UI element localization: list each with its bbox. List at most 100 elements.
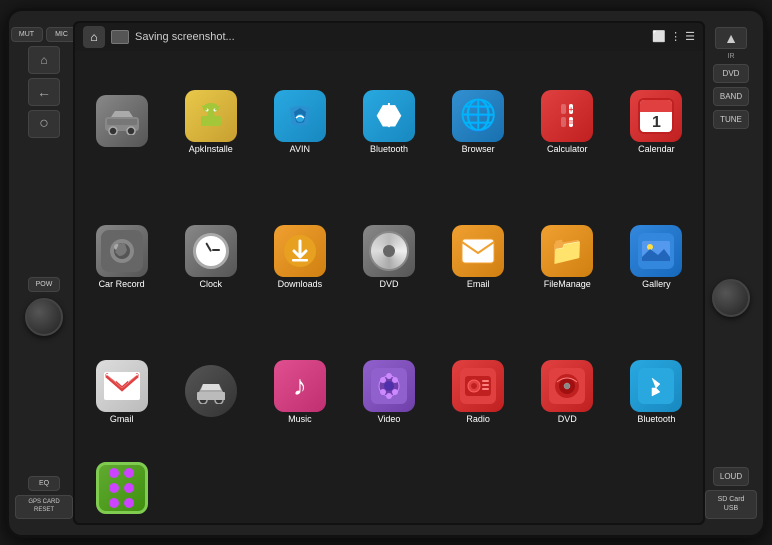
app-video[interactable]: Video (344, 325, 433, 460)
calendar-label: Calendar (638, 145, 675, 155)
app-dvd1[interactable]: DVD (344, 190, 433, 325)
app-dvd2[interactable]: DVD (523, 325, 612, 460)
dot2 (124, 468, 134, 478)
calendar-icon: 1 (630, 90, 682, 142)
gmail-icon (96, 360, 148, 412)
avin-icon (274, 90, 326, 142)
app-radio[interactable]: Radio (434, 325, 523, 460)
dvd1-icon (363, 225, 415, 277)
radio-icon (452, 360, 504, 412)
car-item-icon (96, 95, 148, 147)
dvd2-icon (541, 360, 593, 412)
app-downloads[interactable]: Downloads (255, 190, 344, 325)
tune-button[interactable]: TUNE (713, 110, 749, 129)
app-car-item[interactable] (77, 55, 166, 190)
app-gallery[interactable]: Gallery (612, 190, 701, 325)
app-avin[interactable]: AVIN (255, 55, 344, 190)
right-bottom-controls: LOUD SD Card USB (705, 467, 757, 518)
app-browser[interactable]: 🌐 Browser (434, 55, 523, 190)
dot1 (109, 468, 119, 478)
status-bar: ⌂ Saving screenshot... ⬜ ⋮ ☰ (75, 23, 703, 51)
app-filemanager[interactable]: 📁 FileManage (523, 190, 612, 325)
app-bluetooth1[interactable]: ⬣ ᚾ Bluetooth (344, 55, 433, 190)
ir-label: IR (728, 53, 735, 60)
dots-icon (96, 462, 148, 514)
screen: ⌂ Saving screenshot... ⬜ ⋮ ☰ (73, 21, 705, 525)
dvd-button[interactable]: DVD (713, 64, 749, 83)
bluetooth1-label: Bluetooth (370, 145, 408, 155)
calculator-icon: + = (541, 90, 593, 142)
app-carrecord[interactable]: Car Record (77, 190, 166, 325)
music-label: Music (288, 415, 312, 425)
app-dots[interactable] (77, 460, 166, 519)
saving-text: Saving screenshot... (135, 31, 646, 43)
home-circle-button[interactable]: ○ (28, 110, 60, 138)
apk-icon (185, 90, 237, 142)
app-grid: ApkInstalle AVIN ⬣ ᚾ (75, 51, 703, 523)
dot5 (109, 498, 119, 508)
app-clock[interactable]: Clock (166, 190, 255, 325)
calculator-label: Calculator (547, 145, 588, 155)
gallery-label: Gallery (642, 280, 671, 290)
downloads-label: Downloads (278, 280, 323, 290)
battery-icon: ⬜ (652, 30, 666, 43)
status-home-icon[interactable]: ⌂ (83, 26, 105, 48)
bluetooth2-icon (630, 360, 682, 412)
gallery-icon (630, 225, 682, 277)
screenshot-icon (111, 30, 129, 44)
email-icon (452, 225, 504, 277)
browser-icon: 🌐 (452, 90, 504, 142)
clock-icon (185, 225, 237, 277)
eject-button[interactable]: ▲ (715, 27, 747, 49)
music-icon: ♪ (274, 360, 326, 412)
app-calculator[interactable]: + = Calculator (523, 55, 612, 190)
left-panel: MUT MIC ⌂ ← ○ POW EQ GPS CARD RESET (15, 21, 73, 525)
carrecord-label: Car Record (99, 280, 145, 290)
left-knob[interactable] (25, 298, 63, 336)
app-gmail[interactable]: Gmail (77, 325, 166, 460)
dvd1-label: DVD (379, 280, 398, 290)
browser-label: Browser (462, 145, 495, 155)
app-bluetooth2[interactable]: Bluetooth (612, 325, 701, 460)
right-top-controls: ▲ IR DVD BAND TUNE (713, 27, 749, 129)
pow-button[interactable]: POW (28, 277, 60, 292)
video-label: Video (378, 415, 401, 425)
dots-grid (103, 462, 140, 514)
eq-button[interactable]: EQ (28, 476, 60, 491)
status-icons: ⬜ ⋮ ☰ (652, 30, 695, 43)
band-button[interactable]: BAND (713, 87, 749, 106)
filemanager-label: FileManage (544, 280, 591, 290)
bluetooth2-label: Bluetooth (637, 415, 675, 425)
mut-button[interactable]: MUT (11, 27, 43, 42)
clock-face (193, 233, 229, 269)
menu-icon: ☰ (685, 30, 695, 43)
left-top-buttons: MUT MIC ⌂ ← ○ (11, 27, 78, 138)
app-calendar[interactable]: 1 Calendar (612, 55, 701, 190)
video-icon (363, 360, 415, 412)
apk-label: ApkInstalle (189, 145, 233, 155)
carrecord-icon (96, 225, 148, 277)
right-knob[interactable] (712, 279, 750, 317)
filemanager-icon: 📁 (541, 225, 593, 277)
dot6 (124, 498, 134, 508)
app-car-bottom[interactable] (166, 325, 255, 460)
downloads-icon (274, 225, 326, 277)
bluetooth1-icon: ⬣ ᚾ (363, 90, 415, 142)
gmail-label: Gmail (110, 415, 134, 425)
right-mid (712, 279, 750, 317)
dot4 (124, 483, 134, 493)
clock-label: Clock (199, 280, 222, 290)
home-nav-button[interactable]: ⌂ (28, 46, 60, 74)
left-bottom-buttons: EQ GPS CARD RESET (15, 476, 73, 519)
sdcard-button[interactable]: SD Card USB (705, 490, 757, 518)
gps-button[interactable]: GPS CARD RESET (15, 495, 73, 519)
email-label: Email (467, 280, 490, 290)
app-apk[interactable]: ApkInstalle (166, 55, 255, 190)
signal-icon: ⋮ (670, 30, 681, 43)
dot3 (109, 483, 119, 493)
app-email[interactable]: Email (434, 190, 523, 325)
app-music[interactable]: ♪ Music (255, 325, 344, 460)
left-mid-controls: POW (25, 277, 63, 336)
back-nav-button[interactable]: ← (28, 78, 60, 106)
loud-button[interactable]: LOUD (713, 467, 749, 486)
